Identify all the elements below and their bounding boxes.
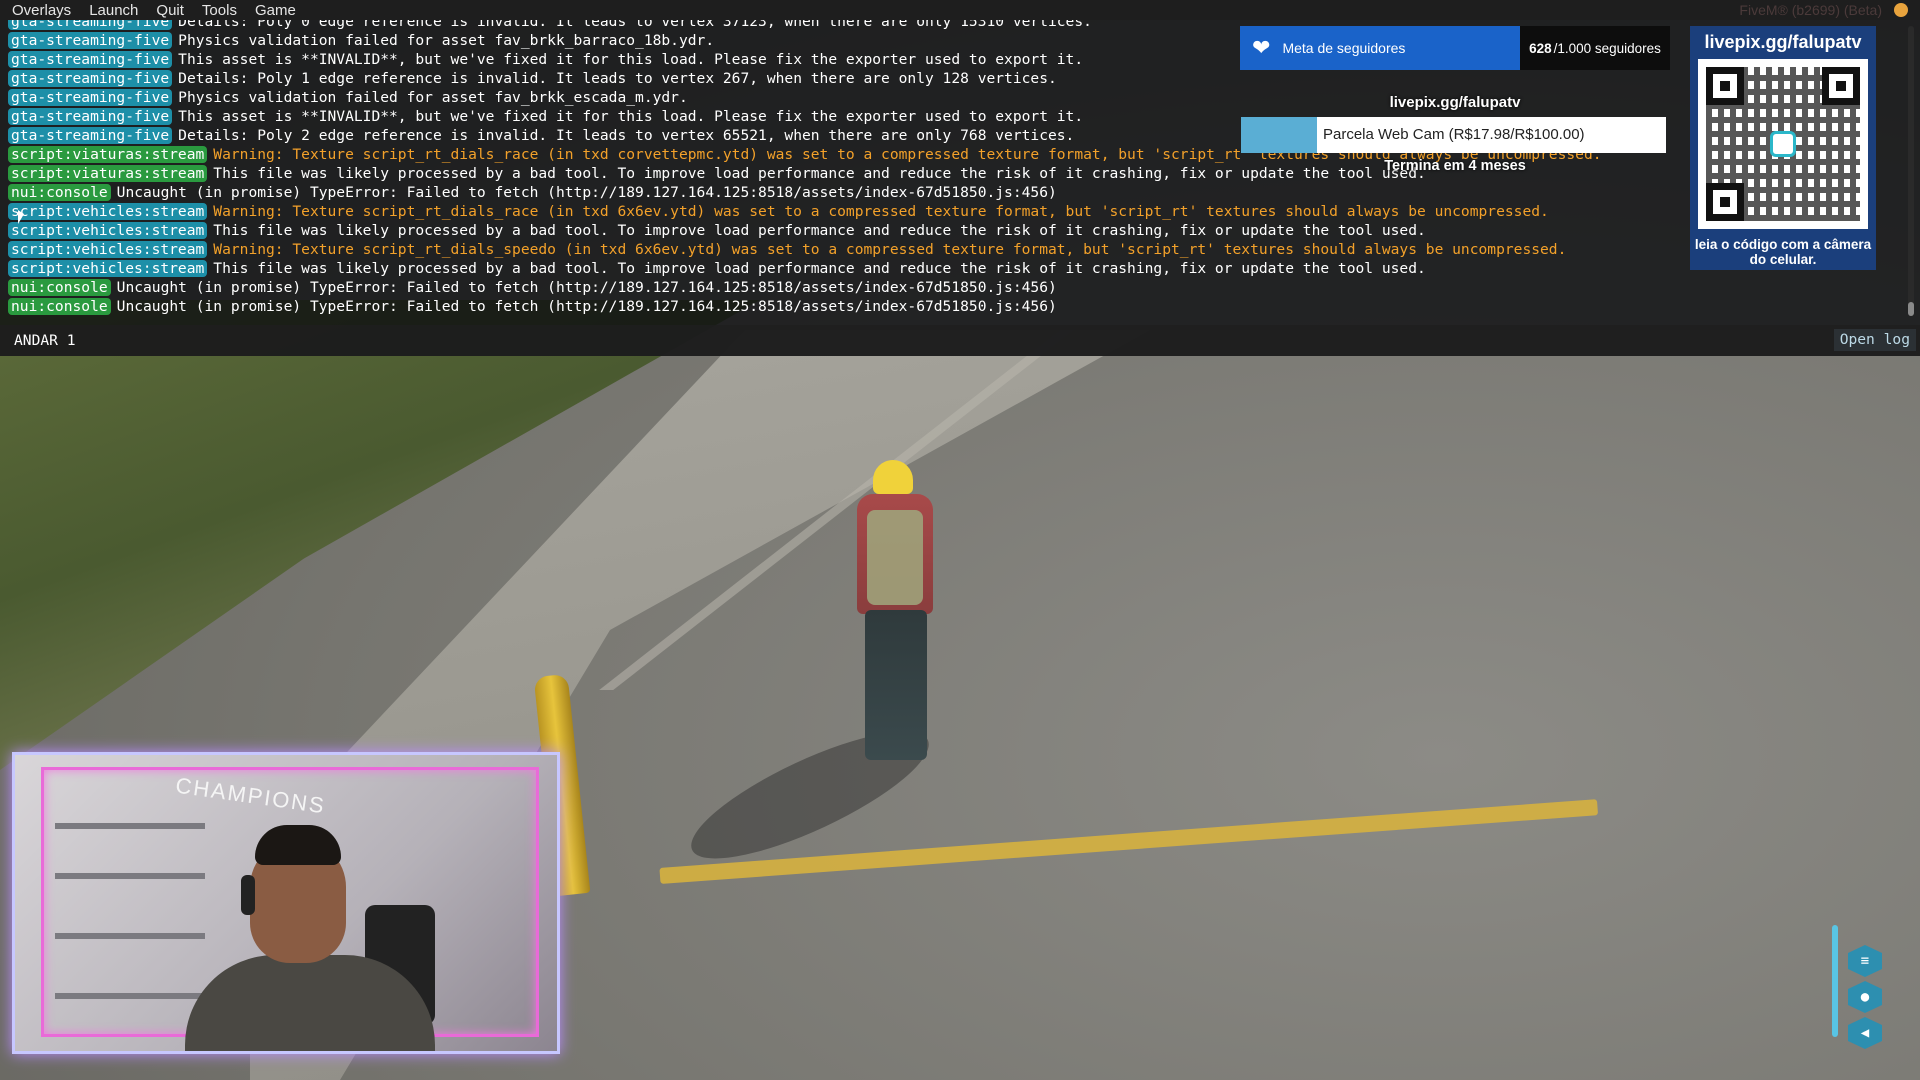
goal-current: 628 [1529,40,1552,56]
console-message: This asset is **INVALID**, but we've fix… [178,108,1084,125]
webcam-feed: CHAMPIONS [12,752,560,1054]
safety-vest [867,510,923,605]
version-label: FiveM® (b2699) (Beta) [1739,2,1882,18]
donation-progress-bar: Parcela Web Cam (R$17.98/R$100.00) [1241,117,1666,153]
console-message: This asset is **INVALID**, but we've fix… [178,51,1084,68]
console-tag: gta-streaming-five [8,20,173,30]
console-message: Details: Poly 2 edge reference is invali… [178,127,1075,144]
console-line: nui:console Uncaught (in promise) TypeErr… [8,183,1898,202]
qr-finder-bottom-left [1706,183,1744,221]
console-tag: script:viaturas:stream [8,146,208,163]
goal-label: Meta de seguidores [1282,40,1406,56]
console-line: script:vehicles:stream Warning: Texture s… [8,202,1898,221]
qr-logo-icon [1770,131,1796,157]
qr-title: livepix.gg/falupatv [1704,32,1862,52]
status-icon [1894,3,1908,17]
console-line: script:vehicles:stream Warning: Texture s… [8,240,1898,259]
console-tag: script:vehicles:stream [8,241,208,258]
console-message: Details: Poly 0 edge reference is invali… [178,20,1092,30]
console-tag: gta-streaming-five [8,127,173,144]
menu-game[interactable]: Game [243,2,302,19]
qr-finder-top-left [1706,67,1744,105]
streamer-hair [255,825,341,865]
console-line: gta-streaming-five Details: Poly 1 edge r… [8,69,1898,88]
goal-label-area: ❤ Meta de seguidores [1240,26,1520,70]
console-line: script:vehicles:stream This file was like… [8,221,1898,240]
qr-finder-top-right [1822,67,1860,105]
console-message: Uncaught (in promise) TypeError: Failed … [116,298,1057,315]
console-message: Warning: Texture script_rt_dials_race (i… [213,203,1549,220]
console-line: nui:console Uncaught (in promise) TypeErr… [8,297,1898,316]
console-tag: nui:console [8,184,111,201]
mouse-cursor-icon [18,210,24,224]
menu-launch[interactable]: Launch [77,2,144,19]
headset-icon [241,875,255,915]
console-tag: nui:console [8,298,111,315]
console-tag: gta-streaming-five [8,51,173,68]
qr-caption: leia o código com a câmera do celular. [1694,237,1872,267]
livepix-title: livepix.gg/falupatv [1389,94,1521,111]
fivem-menubar: Overlays Launch Quit Tools Game FiveM® (… [0,0,1920,20]
console-tag: script:viaturas:stream [8,165,208,182]
console-message: Warning: Texture script_rt_dials_speedo … [213,241,1567,258]
menu-tools[interactable]: Tools [190,2,243,19]
goal-rest: /1.000 seguidores [1553,40,1661,56]
shelf [55,873,205,879]
console-tag: script:vehicles:stream [8,222,208,239]
console-tag: script:vehicles:stream [8,203,208,220]
follower-goal-widget: ❤ Meta de seguidores 628 /1.000 seguidor… [1240,26,1670,70]
menu-overlays[interactable]: Overlays [0,2,77,19]
console-tag: nui:console [8,279,111,296]
console-tag: gta-streaming-five [8,89,173,106]
sound-icon[interactable]: ◀ [1848,1017,1882,1049]
console-tag: gta-streaming-five [8,32,173,49]
hard-hat [873,460,913,494]
progress-label: Parcela Web Cam (R$17.98/R$100.00) [1323,126,1585,143]
console-tag: script:vehicles:stream [8,260,208,277]
progress-deadline: Termina em 4 meses [1384,158,1526,174]
console-tag: gta-streaming-five [8,108,173,125]
console-message: This file was likely processed by a bad … [213,260,1426,277]
console-message: This file was likely processed by a bad … [213,222,1426,239]
shelf [55,933,205,939]
player-character [835,460,955,760]
console-panel: gta-streaming-five Details: Poly 0 edge r… [0,20,1920,356]
scrollbar-thumb[interactable] [1908,302,1914,316]
location-icon[interactable]: ● [1848,981,1882,1013]
console-line: script:vehicles:stream This file was like… [8,259,1898,278]
console-message: Physics validation failed for asset fav_… [178,89,688,106]
console-message: Details: Poly 1 edge reference is invali… [178,70,1057,87]
menu-quit[interactable]: Quit [144,2,190,19]
open-log-button[interactable]: Open log [1833,329,1916,351]
menu-icon[interactable]: ≡ [1848,945,1882,977]
hud-widget: ≡ ● ◀ [1830,915,1890,1049]
qr-panel: livepix.gg/falupatv leia o código com a … [1690,26,1876,270]
shelf [55,823,205,829]
heart-hand-icon: ❤ [1252,35,1271,60]
shelf [55,993,205,999]
console-input[interactable] [12,331,1516,350]
goal-count-area: 628 /1.000 seguidores [1520,26,1670,70]
console-message: Physics validation failed for asset fav_… [178,32,715,49]
console-message: Uncaught (in promise) TypeError: Failed … [116,279,1057,296]
character-legs [865,610,927,760]
console-tag: gta-streaming-five [8,70,173,87]
hud-bar [1832,925,1838,1037]
console-command-row: Open log [0,325,1920,356]
console-scrollbar[interactable] [1908,26,1914,316]
console-line: nui:console Uncaught (in promise) TypeErr… [8,278,1898,297]
console-message: Uncaught (in promise) TypeError: Failed … [116,184,1057,201]
progress-fill [1241,117,1318,153]
qr-code [1698,59,1868,229]
